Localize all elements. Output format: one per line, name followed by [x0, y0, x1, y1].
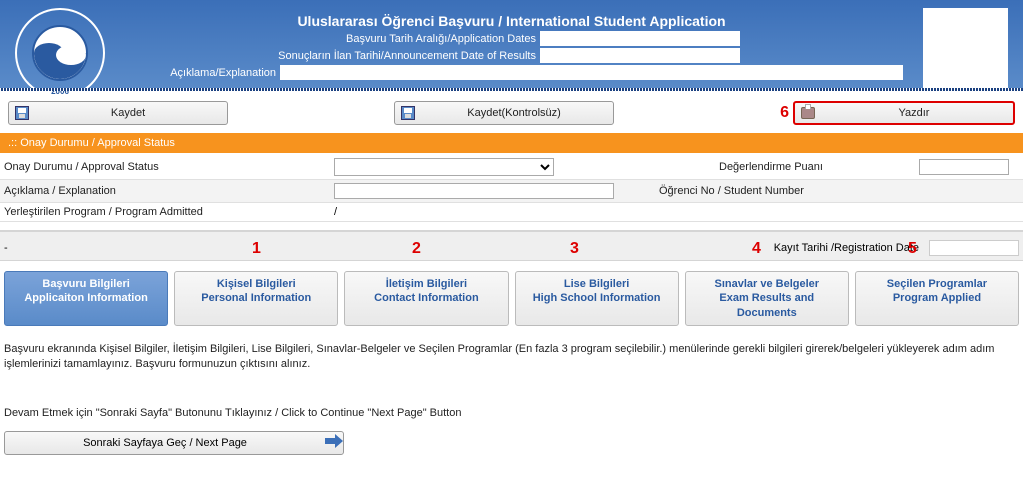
toolbar: Kaydet Kaydet(Kontrolsüz) 6 Yazdır	[0, 91, 1023, 131]
tab-exam-results[interactable]: Sınavlar ve Belgeler Exam Results and Do…	[685, 271, 849, 326]
tab-bar: Başvuru Bilgileri Applicaiton Informatio…	[0, 267, 1023, 330]
registration-date-row: - 1 2 3 4 5 Kayıt Tarihi /Registration D…	[0, 230, 1023, 261]
save-nocheck-button[interactable]: Kaydet(Kontrolsüz)	[394, 101, 614, 125]
approval-status-label: Onay Durumu / Approval Status	[4, 161, 334, 173]
announcement-date-label: Sonuçların İlan Tarihi/Announcement Date…	[120, 50, 540, 62]
explanation-input[interactable]	[334, 183, 614, 199]
print-button[interactable]: Yazdır	[793, 101, 1015, 125]
approval-status-select[interactable]	[334, 158, 554, 176]
registration-date-label: Kayıt Tarihi /Registration Date	[774, 242, 919, 254]
arrow-right-icon	[325, 434, 343, 451]
annotation-5: 5	[908, 240, 917, 258]
instructions-text: Başvuru ekranında Kişisel Bilgiler, İlet…	[0, 330, 1023, 377]
continue-hint-text: Devam Etmek için "Sonraki Sayfa" Butonun…	[0, 377, 1023, 425]
app-dates-value	[540, 31, 740, 46]
approval-status-section-header: .:: Onay Durumu / Approval Status	[0, 133, 1023, 153]
explanation-label: Açıklama / Explanation	[4, 185, 334, 197]
program-admitted-label: Yerleştirilen Program / Program Admitted	[4, 206, 334, 218]
header-explanation-label: Açıklama/Explanation	[120, 67, 280, 79]
tab-contact-info[interactable]: İletişim Bilgileri Contact Information	[344, 271, 508, 326]
print-icon	[799, 104, 817, 122]
university-logo: 2006	[15, 8, 105, 98]
next-page-button[interactable]: Sonraki Sayfaya Geç / Next Page	[4, 431, 344, 455]
page-header: 2006 Uluslararası Öğrenci Başvuru / Inte…	[0, 0, 1023, 91]
announcement-date-value	[540, 48, 740, 63]
score-label: Değerlendirme Puanı	[719, 161, 919, 173]
student-no-label: Öğrenci No / Student Number	[659, 185, 919, 197]
program-admitted-value: /	[334, 206, 1019, 218]
dash-text: -	[4, 242, 8, 254]
app-dates-label: Başvuru Tarih Aralığı/Application Dates	[120, 33, 540, 45]
annotation-2: 2	[412, 240, 421, 258]
header-explanation-value	[280, 65, 903, 80]
score-input[interactable]	[919, 159, 1009, 175]
tab-high-school-info[interactable]: Lise Bilgileri High School Information	[515, 271, 679, 326]
tab-personal-info[interactable]: Kişisel Bilgileri Personal Information	[174, 271, 338, 326]
program-admitted-row: Yerleştirilen Program / Program Admitted…	[0, 203, 1023, 222]
page-title: Uluslararası Öğrenci Başvuru / Internati…	[120, 8, 903, 29]
tab-application-info[interactable]: Başvuru Bilgileri Applicaiton Informatio…	[4, 271, 168, 326]
save-button[interactable]: Kaydet	[8, 101, 228, 125]
photo-placeholder	[923, 8, 1008, 93]
annotation-4: 4	[752, 240, 761, 258]
annotation-6: 6	[780, 104, 789, 122]
save-icon	[399, 104, 417, 122]
approval-status-row: Onay Durumu / Approval Status Değerlendi…	[0, 155, 1023, 180]
annotation-3: 3	[570, 240, 579, 258]
registration-date-value	[929, 240, 1019, 256]
save-icon	[13, 104, 31, 122]
annotation-1: 1	[252, 240, 261, 258]
explanation-row: Açıklama / Explanation Öğrenci No / Stud…	[0, 180, 1023, 203]
tab-program-applied[interactable]: Seçilen Programlar Program Applied	[855, 271, 1019, 326]
